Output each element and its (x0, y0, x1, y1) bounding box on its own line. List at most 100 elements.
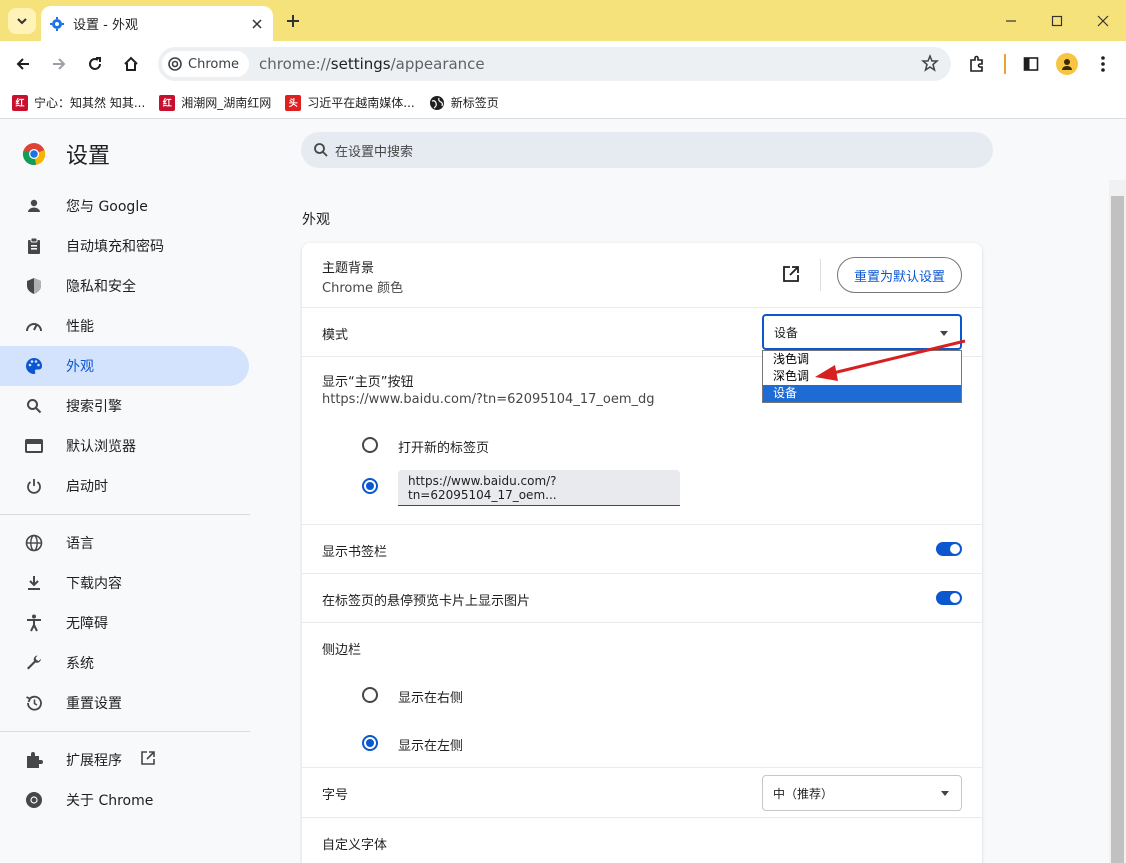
home-button-label: 显示“主页”按钮 (322, 375, 414, 390)
sidebar: 您与 Google 自动填充和密码 隐私和安全 性能 外观 搜索引擎 默认浏览器 (0, 186, 250, 820)
theme-label: 主题背景 (322, 261, 375, 276)
radio-side-left-label: 显示在左侧 (398, 739, 464, 754)
menu-button[interactable] (1089, 50, 1117, 78)
bookmarks-bar-toggle[interactable] (936, 542, 962, 556)
tab-title: 设置 - 外观 (73, 18, 138, 33)
radio-side-left[interactable] (362, 735, 378, 751)
close-icon (1097, 15, 1109, 26)
sidebar-item-system[interactable]: 系统 (0, 643, 249, 683)
side-panel-button[interactable] (1017, 50, 1045, 78)
power-icon (24, 476, 44, 496)
sidebar-item-accessibility[interactable]: 无障碍 (0, 603, 249, 643)
settings-page: 设置 在设置中搜索 您与 Google 自动填充和密码 隐私和安全 性能 外观 … (0, 120, 1126, 863)
sidebar-item-reset[interactable]: 重置设置 (0, 683, 249, 723)
side-panel-label: 侧边栏 (322, 643, 362, 658)
reload-button[interactable] (81, 50, 109, 78)
home-url-input[interactable]: https://www.baidu.com/?tn=62095104_17_oe… (398, 470, 680, 506)
site-info-chip[interactable]: Chrome (162, 51, 249, 77)
plus-icon (287, 15, 299, 27)
globe-icon (24, 533, 44, 553)
sidebar-item-performance[interactable]: 性能 (0, 306, 249, 346)
sidebar-item-default-browser[interactable]: 默认浏览器 (0, 426, 249, 466)
new-tab-button[interactable] (280, 8, 306, 34)
bookmark-item[interactable]: 红 宁心：知其然 知其... (12, 94, 145, 111)
sidebar-item-autofill[interactable]: 自动填充和密码 (0, 226, 249, 266)
settings-header: 设置 (22, 138, 110, 170)
font-size-select[interactable]: 中（推荐） (762, 775, 962, 811)
palette-icon (24, 356, 44, 376)
title-bar: 设置 - 外观 (0, 0, 1126, 41)
font-size-row: 字号 中（推荐） (302, 767, 982, 817)
radio-side-right[interactable] (362, 687, 378, 703)
sidebar-item-downloads[interactable]: 下载内容 (0, 563, 249, 603)
chevron-down-icon (17, 18, 27, 25)
maximize-button[interactable] (1034, 0, 1080, 41)
clipboard-icon (24, 236, 44, 256)
search-icon (314, 143, 328, 157)
sidebar-item-you-and-google[interactable]: 您与 Google (0, 186, 249, 226)
sidebar-item-extensions[interactable]: 扩展程序 (0, 740, 249, 780)
hover-preview-toggle[interactable] (936, 591, 962, 605)
sidebar-divider (0, 514, 250, 515)
sidebar-item-languages[interactable]: 语言 (0, 523, 249, 563)
wrench-icon (24, 653, 44, 673)
puzzle-icon (970, 55, 983, 72)
font-size-value: 中（推荐） (773, 786, 834, 801)
close-icon[interactable] (249, 16, 265, 32)
person-icon (24, 196, 44, 216)
site-icon: 红 (12, 94, 28, 111)
sidebar-item-search-engine[interactable]: 搜索引擎 (0, 386, 249, 426)
sidebar-item-appearance[interactable]: 外观 (0, 346, 249, 386)
sidebar-item-on-startup[interactable]: 启动时 (0, 466, 249, 506)
bookmarks-bar-row: 显示书签栏 (302, 524, 982, 573)
accessibility-icon (24, 613, 44, 633)
maximize-icon (1051, 15, 1063, 26)
close-window-button[interactable] (1080, 0, 1126, 41)
forward-button[interactable] (45, 50, 73, 78)
history-icon (24, 693, 44, 713)
address-bar[interactable]: Chrome chrome://settings/appearance (158, 47, 951, 81)
back-button[interactable] (9, 50, 37, 78)
side-panel-row: 侧边栏 显示在右侧 显示在左侧 (302, 622, 982, 767)
sidebar-item-privacy[interactable]: 隐私和安全 (0, 266, 249, 306)
reset-theme-button[interactable]: 重置为默认设置 (837, 257, 962, 293)
radio-custom-url[interactable] (362, 478, 378, 494)
annotation-arrow (815, 339, 966, 381)
toolbar-divider (1004, 54, 1006, 74)
theme-value: Chrome 颜色 (322, 281, 404, 296)
mode-label: 模式 (322, 328, 349, 343)
custom-fonts-label[interactable]: 自定义字体 (322, 834, 387, 853)
settings-search-input[interactable]: 在设置中搜索 (301, 132, 993, 168)
arrow-left-icon (16, 58, 29, 70)
tab-search-button[interactable] (8, 8, 36, 34)
search-icon (24, 396, 44, 416)
extensions-button[interactable] (963, 50, 991, 78)
profile-avatar[interactable] (1056, 53, 1078, 75)
radio-side-right-label: 显示在右侧 (398, 691, 464, 706)
external-link-icon[interactable] (782, 265, 800, 287)
mode-option-device[interactable]: 设备 (763, 385, 961, 402)
chrome-icon (168, 57, 182, 71)
bookmark-item[interactable]: 头 习近平在越南媒体... (285, 94, 415, 111)
divider (820, 259, 821, 291)
bookmark-item[interactable]: 新标签页 (429, 94, 499, 111)
site-icon: 红 (159, 94, 176, 111)
scrollbar-thumb[interactable] (1111, 196, 1124, 863)
sidebar-item-about-chrome[interactable]: 关于 Chrome (0, 780, 249, 820)
bookmark-star-icon[interactable] (921, 53, 939, 76)
radio-new-tab-label: 打开新的标签页 (398, 441, 490, 456)
active-tab[interactable]: 设置 - 外观 (41, 6, 273, 41)
shield-icon (24, 276, 44, 296)
download-icon (24, 573, 44, 593)
globe-icon (429, 95, 444, 110)
minimize-button[interactable] (988, 0, 1034, 41)
bookmark-item[interactable]: 红 湘潮网_湖南红网 (159, 94, 271, 111)
home-button[interactable] (117, 50, 145, 78)
section-title: 外观 (302, 212, 330, 228)
theme-row: 主题背景 Chrome 颜色 重置为默认设置 (302, 243, 982, 307)
url-text: chrome://settings/appearance (259, 55, 485, 73)
minimize-icon (1006, 19, 1016, 22)
mode-select-value: 设备 (774, 325, 799, 340)
side-panel-icon (1023, 57, 1039, 71)
radio-new-tab[interactable] (362, 437, 378, 453)
